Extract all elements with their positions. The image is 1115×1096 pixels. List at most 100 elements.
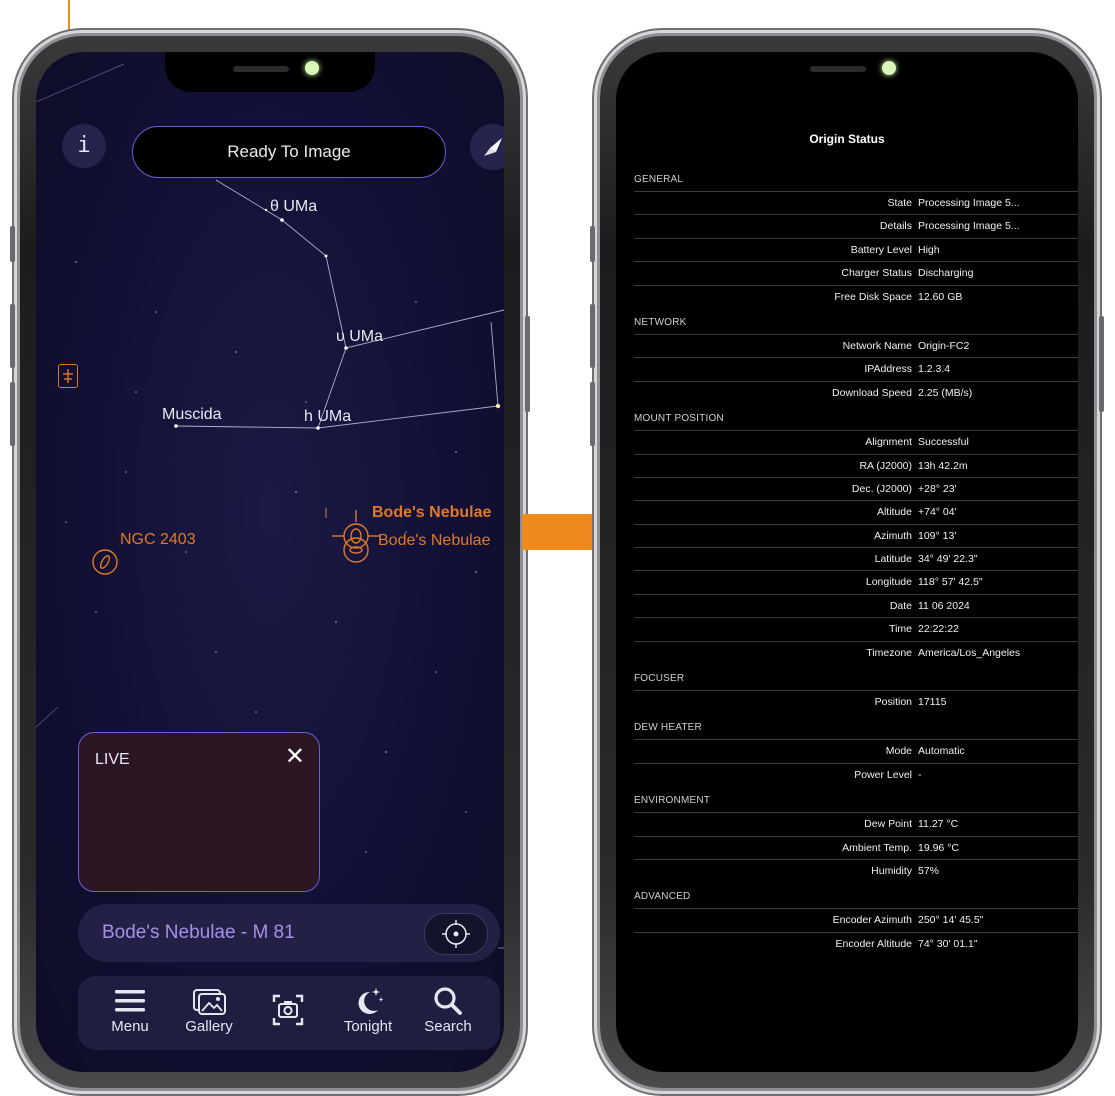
- status-value: Successful: [918, 436, 969, 449]
- live-preview-panel[interactable]: LIVE ✕: [78, 732, 320, 892]
- status-key: Timezone: [866, 646, 912, 659]
- phone-side-button: [10, 226, 15, 262]
- status-row: Ambient Temp. 19.96 °C: [634, 835, 1078, 859]
- status-value: 34° 49' 22.3": [918, 553, 978, 566]
- target-bar[interactable]: Bode's Nebulae - M 81: [78, 904, 500, 962]
- status-row: Details Processing Image 5...: [634, 214, 1078, 237]
- status-row: Date 11 06 2024: [634, 593, 1078, 617]
- notch: [742, 52, 952, 92]
- target-name[interactable]: Bode's Nebulae - M 81: [102, 922, 295, 944]
- status-value: 250° 14' 45.5": [918, 914, 984, 927]
- phone-side-button: [1099, 316, 1104, 412]
- search-icon: [434, 987, 462, 1015]
- status-value: 22:22:22: [918, 623, 959, 636]
- info-button[interactable]: i: [62, 124, 106, 168]
- section-header: FOCUSER: [634, 673, 685, 685]
- status-row: Download Speed 2.25 (MB/s): [634, 380, 1078, 404]
- status-key: Battery Level: [850, 243, 912, 256]
- status-value: 19.96 °C: [918, 841, 959, 854]
- status-key: Encoder Altitude: [835, 937, 912, 950]
- status-key: Charger Status: [841, 267, 912, 280]
- status-row: Humidity 57%: [634, 858, 1078, 882]
- status-key: Mode: [885, 745, 912, 758]
- object-label-ngc[interactable]: NGC 2403: [120, 531, 196, 549]
- status-key: Date: [889, 599, 912, 612]
- status-row: Mode Automatic: [634, 739, 1078, 762]
- sky-screen[interactable]: i Ready To Image θ UMa υ UMa Muscida h U…: [36, 52, 504, 1072]
- status-list: GENERAL State Processing Image 5... Details…: [634, 165, 1078, 955]
- status-row: Charger Status Discharging: [634, 261, 1078, 284]
- front-camera: [305, 61, 319, 75]
- status-row: Power Level -: [634, 762, 1078, 786]
- notch: [165, 52, 375, 92]
- status-row: Network Name Origin-FC2: [634, 333, 1078, 357]
- status-value: 17115: [918, 696, 947, 709]
- status-value: Processing Image 5...: [918, 197, 1020, 209]
- status-row: State Processing Image 5...: [634, 191, 1078, 214]
- status-key: Altitude: [876, 506, 912, 519]
- status-value: 2.25 (MB/s): [918, 386, 973, 399]
- status-key: Humidity: [871, 864, 912, 877]
- status-value: High: [918, 243, 940, 256]
- tab-search[interactable]: Search: [408, 986, 488, 1035]
- compass-button[interactable]: [470, 124, 504, 170]
- star-label-h: h UMa: [304, 408, 352, 425]
- tab-bar: Menu Gallery Tonight Search: [78, 976, 500, 1050]
- phone-side-button: [590, 304, 595, 368]
- speaker: [233, 66, 289, 72]
- crosshair-icon: [442, 920, 470, 948]
- status-row: Time 22:22:22: [634, 617, 1078, 640]
- speaker: [810, 66, 866, 72]
- compass-icon: [484, 138, 502, 156]
- section-header: GENERAL: [634, 174, 684, 185]
- status-key: RA (J2000): [859, 459, 912, 472]
- tab-gallery[interactable]: Gallery: [169, 986, 249, 1035]
- tab-tonight[interactable]: Tonight: [328, 986, 408, 1035]
- status-key: Network Name: [842, 339, 912, 352]
- tab-search-label: Search: [424, 1018, 472, 1035]
- status-key: Latitude: [874, 553, 912, 566]
- status-row: Dec. (J2000) +28° 23': [634, 476, 1078, 500]
- tab-camera[interactable]: [248, 990, 328, 1030]
- status-row: Alignment Successful: [634, 430, 1078, 453]
- phone-right: Origin Status GENERAL State Processing Ima…: [590, 36, 1104, 1088]
- status-row: Dew Point 11.27 °C: [634, 812, 1078, 835]
- close-icon[interactable]: ✕: [285, 745, 305, 769]
- phone-side-button: [10, 304, 15, 368]
- object-label-bodes-bold[interactable]: Bode's Nebulae: [372, 504, 491, 522]
- status-pill[interactable]: Ready To Image: [132, 126, 446, 178]
- phone-side-button: [525, 316, 530, 412]
- section-header: NETWORK: [634, 316, 687, 328]
- tab-menu[interactable]: Menu: [90, 986, 170, 1035]
- status-row: Battery Level High: [634, 237, 1078, 261]
- status-key: Azimuth: [874, 529, 912, 542]
- status-row: IPAddress 1.2.3.4: [634, 357, 1078, 380]
- status-key: IPAddress: [864, 363, 912, 376]
- status-row: Timezone America/Los_Angeles: [634, 640, 1078, 664]
- star-label-theta: θ UMa: [270, 198, 318, 215]
- status-row: Encoder Azimuth 250° 14' 45.5": [634, 908, 1078, 931]
- status-value: 109° 13': [918, 529, 957, 542]
- front-camera: [882, 61, 896, 75]
- star-label-upsilon: υ UMa: [336, 328, 383, 345]
- status-key: Dew Point: [864, 818, 912, 831]
- status-key: Longitude: [865, 576, 912, 589]
- status-key: Details: [879, 220, 912, 233]
- status-key: Power Level: [854, 768, 912, 781]
- status-value: Origin-FC2: [918, 339, 970, 352]
- object-label-bodes[interactable]: Bode's Nebulae: [378, 532, 490, 550]
- moon-stars-icon: [358, 988, 384, 1014]
- status-value: America/Los_Angeles: [918, 646, 1021, 659]
- menu-icon: [115, 990, 145, 1012]
- side-marker-icon[interactable]: [58, 364, 78, 388]
- status-key: State: [887, 197, 912, 209]
- status-value: 74° 30' 01.1": [918, 937, 978, 950]
- status-row: Altitude +74° 04': [634, 500, 1078, 523]
- status-value: 118° 57' 42.5": [918, 576, 983, 589]
- crosshair-button[interactable]: [424, 913, 488, 955]
- status-key: Position: [874, 696, 912, 709]
- status-value: 1.2.3.4: [918, 363, 951, 376]
- section-header: MOUNT POSITION: [634, 413, 724, 425]
- phone-side-button: [590, 226, 595, 262]
- phone-side-button: [590, 382, 595, 446]
